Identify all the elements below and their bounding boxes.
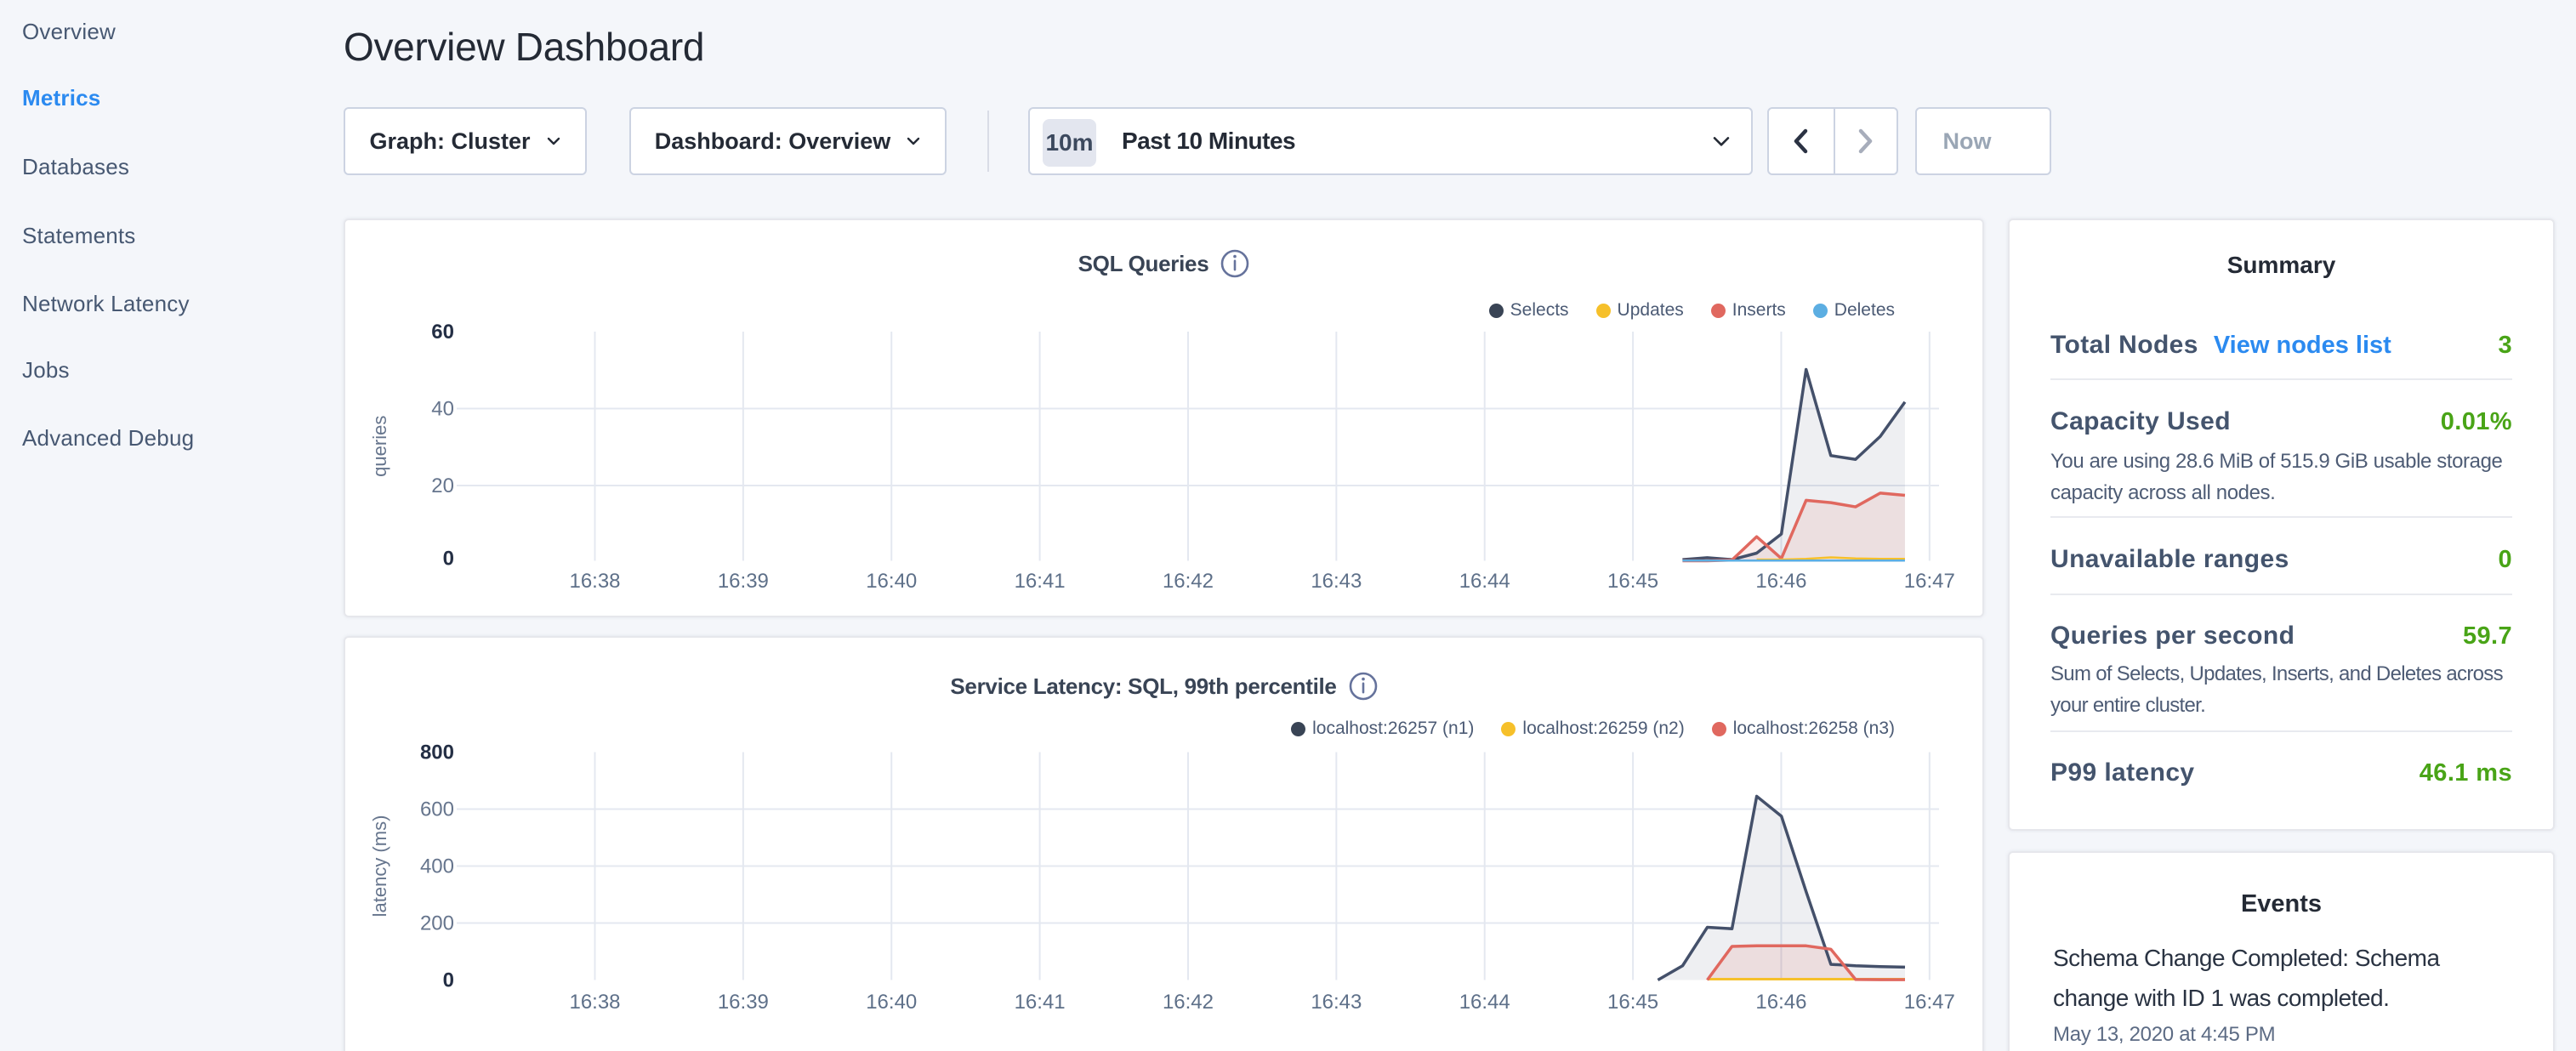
svg-text:800: 800	[420, 741, 454, 764]
svg-text:16:39: 16:39	[718, 570, 769, 593]
svg-text:60: 60	[431, 321, 454, 344]
svg-text:latency (ms): latency (ms)	[369, 815, 390, 917]
svg-text:0: 0	[443, 548, 454, 571]
svg-text:400: 400	[420, 855, 454, 878]
svg-text:16:44: 16:44	[1459, 570, 1510, 593]
svg-text:16:41: 16:41	[1015, 570, 1066, 593]
svg-text:16:44: 16:44	[1459, 991, 1510, 1014]
svg-text:16:46: 16:46	[1755, 991, 1806, 1014]
svg-text:0: 0	[443, 969, 454, 992]
svg-text:16:40: 16:40	[866, 991, 917, 1014]
svg-text:16:43: 16:43	[1311, 991, 1362, 1014]
svg-text:16:46: 16:46	[1755, 570, 1806, 593]
svg-text:16:45: 16:45	[1607, 570, 1658, 593]
svg-text:16:42: 16:42	[1163, 570, 1214, 593]
svg-text:40: 40	[431, 398, 454, 421]
svg-text:16:45: 16:45	[1607, 991, 1658, 1014]
svg-text:16:42: 16:42	[1163, 991, 1214, 1014]
svg-text:16:47: 16:47	[1904, 570, 1955, 593]
svg-text:16:38: 16:38	[569, 570, 620, 593]
svg-text:queries: queries	[369, 416, 390, 477]
svg-text:16:41: 16:41	[1015, 991, 1066, 1014]
svg-text:200: 200	[420, 912, 454, 935]
svg-text:600: 600	[420, 798, 454, 821]
svg-text:16:40: 16:40	[866, 570, 917, 593]
svg-text:20: 20	[431, 474, 454, 497]
svg-text:16:47: 16:47	[1904, 991, 1955, 1014]
svg-text:16:39: 16:39	[718, 991, 769, 1014]
svg-text:16:38: 16:38	[569, 991, 620, 1014]
svg-text:16:43: 16:43	[1311, 570, 1362, 593]
